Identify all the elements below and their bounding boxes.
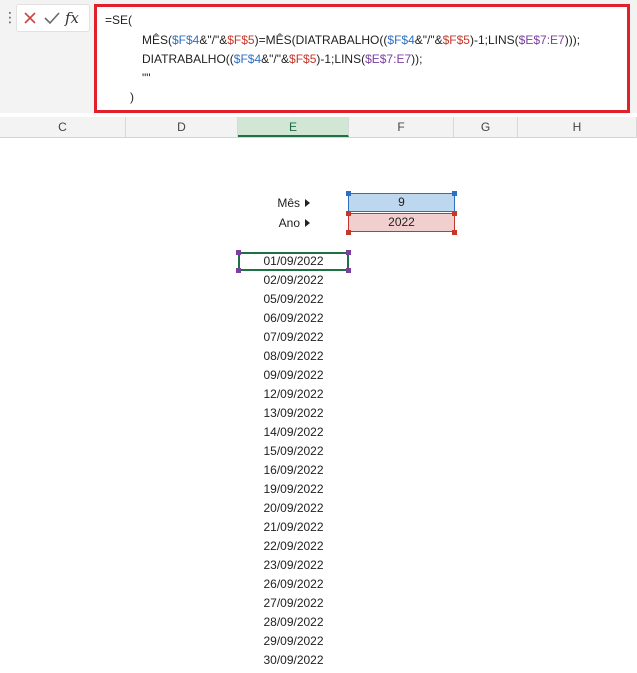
column-header-d[interactable]: D — [126, 117, 238, 137]
date-cell[interactable]: 16/09/2022 — [238, 461, 349, 480]
triangle-right-icon — [305, 219, 310, 227]
formula-text: )-1;LINS( — [316, 52, 366, 66]
cell-reference: $E$7:E7 — [365, 52, 412, 66]
formula-text: &"/"& — [414, 33, 443, 47]
cell-reference: $F$4 — [233, 52, 262, 66]
range-handle[interactable] — [346, 250, 351, 255]
insert-function-icon[interactable]: fx — [65, 8, 85, 28]
formula-text: MÊS( — [142, 33, 172, 47]
range-handle[interactable] — [346, 230, 351, 235]
formula-input[interactable]: =SE( MÊS($F$4&"/"&$F$5)=MÊS(DIATRABALHO(… — [94, 4, 630, 113]
date-cell[interactable]: 15/09/2022 — [238, 442, 349, 461]
date-cell[interactable]: 21/09/2022 — [238, 518, 349, 537]
date-cell[interactable]: 23/09/2022 — [238, 556, 349, 575]
range-handle[interactable] — [452, 211, 457, 216]
cancel-icon[interactable] — [20, 8, 40, 28]
range-handle[interactable] — [236, 250, 241, 255]
enter-icon[interactable] — [42, 8, 62, 28]
formula-bar-buttons: fx — [16, 4, 90, 32]
column-headers: C D E F G H — [0, 117, 637, 138]
more-options-icon[interactable]: ⋮ — [3, 10, 17, 24]
range-handle[interactable] — [236, 268, 241, 273]
cell-reference: $F$4 — [172, 33, 200, 47]
column-header-c[interactable]: C — [0, 117, 126, 137]
range-handle[interactable] — [452, 230, 457, 235]
formula-text: "" — [142, 71, 151, 85]
date-cell[interactable]: 20/09/2022 — [238, 499, 349, 518]
range-handle[interactable] — [346, 191, 351, 196]
formula-text: )-1;LINS( — [469, 33, 519, 47]
triangle-right-icon — [305, 199, 310, 207]
formula-text: =SE( — [105, 13, 133, 27]
date-cell[interactable]: 14/09/2022 — [238, 423, 349, 442]
date-cell[interactable]: 29/09/2022 — [238, 632, 349, 651]
formula-text: )); — [411, 52, 423, 66]
date-cell[interactable]: 12/09/2022 — [238, 385, 349, 404]
date-cell[interactable]: 09/09/2022 — [238, 366, 349, 385]
date-cell[interactable]: 28/09/2022 — [238, 613, 349, 632]
formula-text: ) — [130, 90, 134, 104]
range-handle[interactable] — [452, 191, 457, 196]
date-cell[interactable]: 30/09/2022 — [238, 651, 349, 670]
ano-label-text: Ano — [278, 216, 300, 230]
formula-line: ) — [130, 89, 134, 106]
formula-text: &"/"& — [261, 52, 290, 66]
ano-cell[interactable]: 2022 — [348, 213, 455, 232]
date-cell[interactable]: 05/09/2022 — [238, 290, 349, 309]
ano-label: Ano — [250, 215, 310, 231]
cell-reference: $F$5 — [289, 52, 317, 66]
formula-line: MÊS($F$4&"/"&$F$5)=MÊS(DIATRABALHO(($F$4… — [142, 32, 580, 49]
range-handle[interactable] — [346, 211, 351, 216]
date-cell[interactable]: 27/09/2022 — [238, 594, 349, 613]
formula-line: DIATRABALHO(($F$4&"/"&$F$5)-1;LINS($E$7:… — [142, 51, 422, 68]
date-cell[interactable]: 02/09/2022 — [238, 271, 349, 290]
formula-line: =SE( — [105, 12, 132, 29]
cell-reference: $F$5 — [227, 33, 255, 47]
working-days-list: 01/09/2022 02/09/2022 05/09/2022 06/09/2022… — [238, 252, 349, 670]
date-cell[interactable]: 22/09/2022 — [238, 537, 349, 556]
date-cell[interactable]: 26/09/2022 — [238, 575, 349, 594]
cell-reference: $E$7:E7 — [518, 33, 565, 47]
formula-text: )=MÊS(DIATRABALHO(( — [254, 33, 388, 47]
range-handle[interactable] — [346, 268, 351, 273]
formula-line: "" — [142, 70, 151, 87]
column-header-h[interactable]: H — [518, 117, 637, 137]
mes-label-text: Mês — [277, 196, 300, 210]
column-header-f[interactable]: F — [349, 117, 454, 137]
formula-bar: ⋮ fx =SE( MÊS($F$4&"/"&$F$5)=MÊS(DIATRAB… — [0, 0, 637, 113]
formula-text: DIATRABALHO(( — [142, 52, 234, 66]
date-cell[interactable]: 19/09/2022 — [238, 480, 349, 499]
column-header-e[interactable]: E — [238, 117, 349, 137]
cell-reference: $F$5 — [442, 33, 470, 47]
date-cell[interactable]: 08/09/2022 — [238, 347, 349, 366]
date-cell[interactable]: 07/09/2022 — [238, 328, 349, 347]
mes-cell[interactable]: 9 — [348, 193, 455, 212]
active-cell[interactable]: 01/09/2022 — [238, 252, 349, 271]
formula-text: &"/"& — [199, 33, 228, 47]
date-cell[interactable]: 13/09/2022 — [238, 404, 349, 423]
date-cell[interactable]: 06/09/2022 — [238, 309, 349, 328]
formula-text: ))); — [564, 33, 581, 47]
column-header-g[interactable]: G — [454, 117, 518, 137]
cell-reference: $F$4 — [387, 33, 415, 47]
mes-label: Mês — [250, 195, 310, 211]
